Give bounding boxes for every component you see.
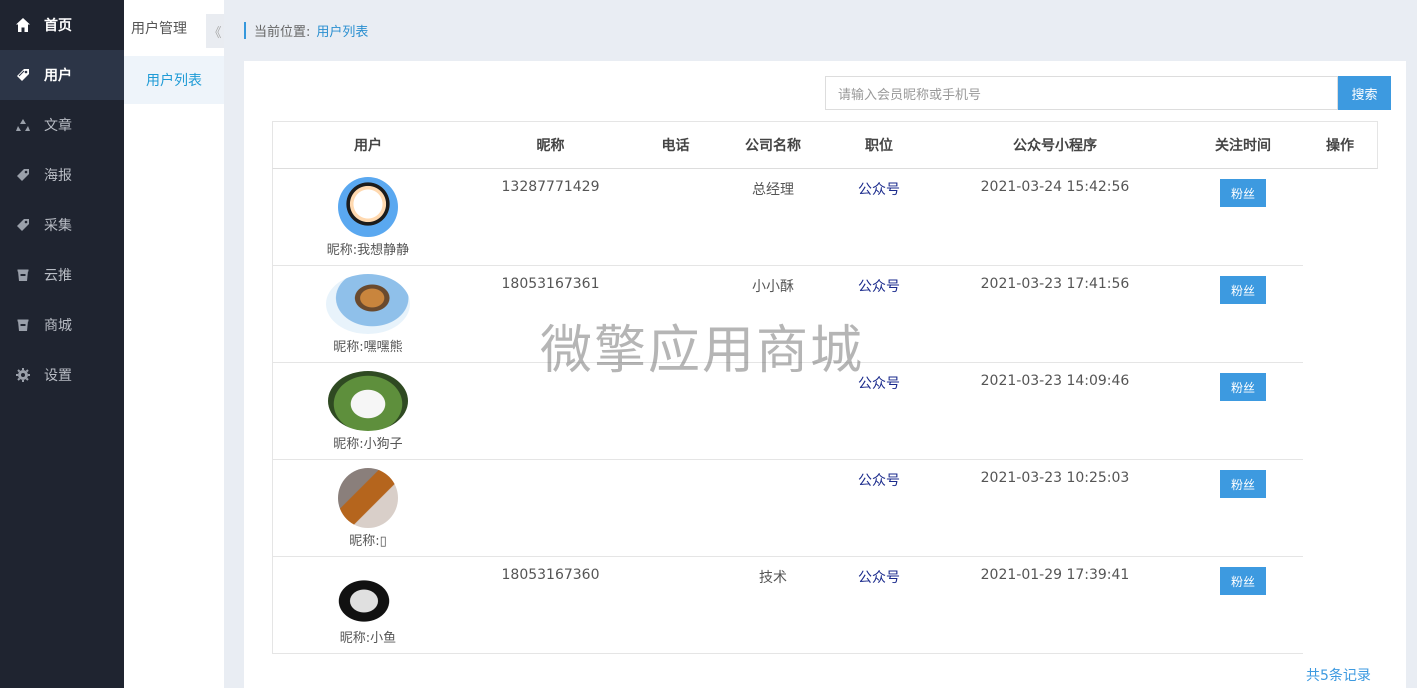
column-header-nickname: 昵称 (536, 138, 565, 154)
table-header: 用户 昵称 电话 公司名称 职位 公众号小程序 关注时间 操作 (272, 121, 1378, 169)
sidebar-item-collect[interactable]: 采集 (0, 200, 124, 250)
fans-button[interactable]: 粉丝 (1220, 567, 1266, 595)
home-icon (14, 16, 32, 34)
subnav-title-label: 用户管理 (131, 21, 187, 37)
company-cell: 技术 (759, 570, 787, 586)
breadcrumb: 当前位置: 用户列表 (244, 21, 368, 40)
avatar (328, 371, 408, 431)
user-nickname: 昵称:小狗子 (333, 437, 403, 452)
fans-button[interactable]: 粉丝 (1220, 276, 1266, 304)
user-nickname: 昵称:小鱼 (339, 631, 397, 646)
record-count: 共5条记录 (1306, 668, 1371, 684)
column-header-position: 职位 (865, 138, 893, 154)
sidebar-item-label: 云推 (44, 268, 72, 284)
phone-cell: 18053167361 (501, 276, 600, 292)
user-nickname: 昵称:嘿嘿熊 (333, 340, 403, 355)
table-row: 昵称:▯ 公众号 2021-03-23 10:25:03 粉丝 (272, 460, 1303, 557)
gear-icon (14, 366, 32, 384)
sidebar-item-home[interactable]: 首页 (0, 0, 124, 50)
platform-cell: 公众号 (858, 570, 900, 586)
follow-time-cell: 2021-01-29 17:39:41 (980, 567, 1130, 583)
sidebar-item-label: 商城 (44, 318, 72, 334)
user-nickname: 昵称:我想静静 (326, 243, 410, 258)
fans-button[interactable]: 粉丝 (1220, 373, 1266, 401)
column-header-platform: 公众号小程序 (1013, 138, 1097, 154)
sidebar-item-label: 首页 (44, 18, 72, 34)
collapse-sidebar-button[interactable]: 《 (206, 14, 224, 48)
avatar (338, 468, 398, 528)
sidebar-item-cloud-push[interactable]: 云推 (0, 250, 124, 300)
content-panel: 请输入会员昵称或手机号 搜索 用户 昵称 电话 公司名称 职位 公众号小程序 关… (244, 61, 1406, 688)
avatar (326, 274, 410, 334)
user-table: 用户 昵称 电话 公司名称 职位 公众号小程序 关注时间 操作 昵称:我想静静 … (272, 121, 1378, 654)
column-header-company: 公司名称 (745, 138, 801, 154)
phone-cell: 13287771429 (501, 179, 600, 195)
search-button[interactable]: 搜索 (1338, 76, 1391, 110)
tag-icon (14, 166, 32, 184)
company-cell: 总经理 (752, 182, 794, 198)
user-nickname: 昵称:▯ (349, 534, 387, 549)
table-row: 昵称:嘿嘿熊 18053167361 小小酥 公众号 2021-03-23 17… (272, 266, 1303, 363)
table-row: 昵称:小狗子 公众号 2021-03-23 14:09:46 粉丝 (272, 363, 1303, 460)
follow-time-cell: 2021-03-23 17:41:56 (980, 276, 1130, 292)
avatar (338, 177, 398, 237)
sidebar-item-settings[interactable]: 设置 (0, 350, 124, 400)
phone-cell: 18053167360 (501, 567, 600, 583)
sidebar-item-label: 文章 (44, 118, 72, 134)
avatar (328, 565, 408, 625)
column-header-follow-time: 关注时间 (1215, 138, 1271, 154)
breadcrumb-current[interactable]: 用户列表 (316, 21, 368, 40)
subnav-title: 用户管理 《 (124, 0, 224, 56)
tag-icon (14, 216, 32, 234)
table-row: 昵称:我想静静 13287771429 总经理 公众号 2021-03-24 1… (272, 169, 1303, 266)
secondary-sidebar: 用户管理 《 用户列表 (124, 0, 224, 688)
column-header-phone: 电话 (661, 138, 690, 154)
sidebar-item-label: 海报 (44, 168, 72, 184)
tag-icon (14, 66, 32, 84)
bucket-icon (14, 316, 32, 334)
sidebar-item-label: 用户 (44, 68, 72, 84)
follow-time-cell: 2021-03-23 14:09:46 (980, 373, 1130, 389)
recycle-icon (14, 116, 32, 134)
table-row: 昵称:小鱼 18053167360 技术 公众号 2021-01-29 17:3… (272, 557, 1303, 654)
sidebar-item-mall[interactable]: 商城 (0, 300, 124, 350)
column-header-action: 操作 (1326, 138, 1354, 154)
platform-cell: 公众号 (858, 376, 900, 392)
platform-cell: 公众号 (858, 473, 900, 489)
company-cell: 小小酥 (752, 279, 794, 295)
follow-time-cell: 2021-03-23 10:25:03 (980, 470, 1130, 486)
breadcrumb-prefix: 当前位置: (254, 25, 311, 40)
platform-cell: 公众号 (858, 182, 900, 198)
platform-cell: 公众号 (858, 279, 900, 295)
sidebar-item-label: 设置 (44, 368, 72, 384)
column-header-user: 用户 (354, 138, 382, 154)
sidebar-item-users[interactable]: 用户 (0, 50, 124, 100)
bucket-icon (14, 266, 32, 284)
fans-button[interactable]: 粉丝 (1220, 179, 1266, 207)
main-sidebar: 首页 用户 文章 海报 采集 云推 商城 设置 (0, 0, 124, 688)
follow-time-cell: 2021-03-24 15:42:56 (980, 179, 1130, 195)
search-input[interactable]: 请输入会员昵称或手机号 (825, 76, 1338, 110)
sidebar-item-articles[interactable]: 文章 (0, 100, 124, 150)
sidebar-item-posters[interactable]: 海报 (0, 150, 124, 200)
fans-button[interactable]: 粉丝 (1220, 470, 1266, 498)
subnav-item-user-list[interactable]: 用户列表 (124, 56, 224, 104)
sidebar-item-label: 采集 (44, 218, 72, 234)
